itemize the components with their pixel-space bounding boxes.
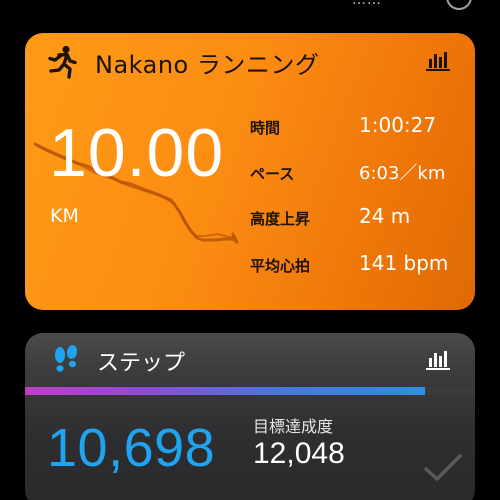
steps-progress-fill: [25, 387, 425, 395]
avg-heart-rate-label: 平均心拍: [250, 257, 311, 275]
status-strip: ……: [0, 0, 500, 24]
steps-card[interactable]: ステップ 10,698 目標達成度 12,048: [25, 333, 475, 500]
goal-value: 12,048: [253, 437, 345, 470]
steps-progress-bar: [25, 387, 475, 395]
running-activity-card[interactable]: Nakano ランニング 10.00 KM 時間 1:00:27 ペース 6:0…: [25, 33, 475, 310]
duration-label: 時間: [250, 119, 281, 137]
duration-value: 1:00:27: [359, 113, 437, 137]
elevation-gain-label: 高度上昇: [250, 210, 311, 228]
distance-value: 10.00: [49, 115, 225, 191]
running-card-header: Nakano ランニング: [25, 33, 475, 89]
running-person-icon: [48, 45, 77, 79]
steps-title: ステップ: [97, 351, 186, 376]
status-text: ……: [352, 0, 382, 8]
bar-chart-icon[interactable]: [425, 349, 451, 371]
status-circle-icon: [446, 0, 472, 10]
steps-count: 10,698: [47, 418, 216, 478]
goal-label: 目標達成度: [253, 417, 334, 436]
distance-unit: KM: [50, 205, 79, 227]
pace-label: ペース: [250, 165, 295, 183]
activity-title: Nakano ランニング: [95, 51, 320, 79]
checkmark-icon: [424, 454, 462, 481]
bar-chart-icon[interactable]: [425, 50, 451, 72]
pace-value: 6:03／km: [359, 163, 446, 184]
footprints-icon: [55, 345, 78, 372]
avg-heart-rate-value: 141 bpm: [359, 251, 449, 275]
elevation-gain-value: 24 m: [359, 204, 411, 228]
